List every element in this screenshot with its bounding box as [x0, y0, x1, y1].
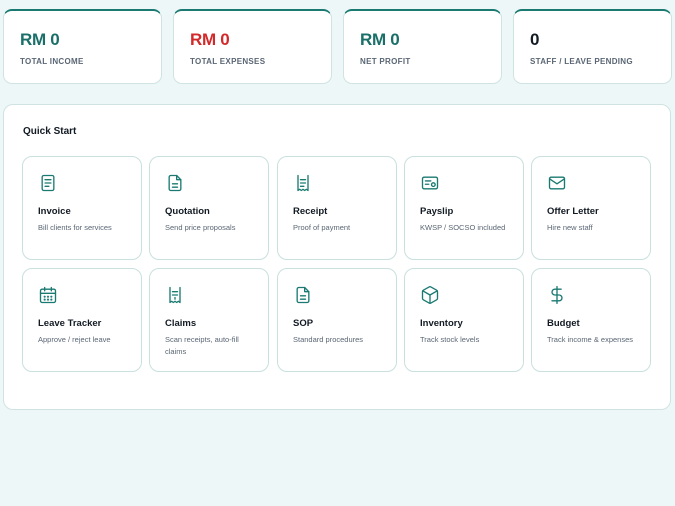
stat-value: 0 — [530, 30, 540, 49]
tile-title: Offer Letter — [547, 206, 599, 217]
mail-icon — [547, 173, 567, 193]
quick-start-budget[interactable]: Budget Track income & expenses — [531, 268, 651, 372]
quotation-icon — [165, 173, 185, 193]
stat-label: TOTAL EXPENSES — [190, 57, 266, 66]
tile-title: SOP — [293, 318, 314, 329]
quick-start-receipt[interactable]: Receipt Proof of payment — [277, 156, 397, 260]
tile-title: Invoice — [38, 206, 71, 217]
stat-label: NET PROFIT — [360, 57, 411, 66]
quick-start-invoice[interactable]: Invoice Bill clients for services — [22, 156, 142, 260]
tile-title: Leave Tracker — [38, 318, 102, 329]
tile-description: Proof of payment — [293, 223, 351, 232]
tile-description: Bill clients for services — [38, 223, 112, 232]
tile-title: Claims — [165, 318, 197, 329]
document-icon — [293, 285, 313, 305]
dollar-icon — [547, 285, 567, 305]
quick-start-sop[interactable]: SOP Standard procedures — [277, 268, 397, 372]
quick-start-claims[interactable]: Claims Scan receipts, auto-fill claims — [149, 268, 269, 372]
quick-start-panel: Quick Start Invoice Bill clients for ser… — [3, 104, 671, 410]
tile-description: Track income & expenses — [547, 335, 634, 344]
stat-card-total-expenses: RM 0 TOTAL EXPENSES — [173, 9, 332, 84]
stat-card-total-income: RM 0 TOTAL INCOME — [3, 9, 162, 84]
calendar-icon — [38, 285, 58, 305]
payslip-icon — [420, 173, 440, 193]
stat-label: STAFF / LEAVE PENDING — [530, 57, 633, 66]
stat-value: RM 0 — [190, 30, 230, 49]
tile-description: Scan receipts, auto-fill claims — [165, 335, 239, 356]
quick-start-payslip[interactable]: Payslip KWSP / SOCSO included — [404, 156, 524, 260]
tile-title: Payslip — [420, 206, 454, 217]
stat-card-net-profit: RM 0 NET PROFIT — [343, 9, 502, 84]
receipt-icon — [293, 173, 313, 193]
quick-start-offer-letter[interactable]: Offer Letter Hire new staff — [531, 156, 651, 260]
quick-start-quotation[interactable]: Quotation Send price proposals — [149, 156, 269, 260]
stat-value: RM 0 — [360, 30, 400, 49]
tile-description: Hire new staff — [547, 223, 593, 232]
claims-icon — [165, 285, 185, 305]
quick-start-inventory[interactable]: Inventory Track stock levels — [404, 268, 524, 372]
quick-start-title: Quick Start — [23, 126, 77, 137]
tile-title: Budget — [547, 318, 580, 329]
tile-description: Track stock levels — [420, 335, 480, 344]
tile-title: Inventory — [420, 318, 463, 329]
stat-value: RM 0 — [20, 30, 60, 49]
stat-label: TOTAL INCOME — [20, 57, 84, 66]
tile-description: KWSP / SOCSO included — [420, 223, 506, 232]
tile-description: Standard procedures — [293, 335, 364, 344]
box-icon — [420, 285, 440, 305]
tile-title: Receipt — [293, 206, 328, 217]
quick-start-leave-tracker[interactable]: Leave Tracker Approve / reject leave — [22, 268, 142, 372]
tile-description: Approve / reject leave — [38, 335, 111, 344]
invoice-icon — [38, 173, 58, 193]
tile-title: Quotation — [165, 206, 210, 217]
stats-row: RM 0 TOTAL INCOME RM 0 TOTAL EXPENSES RM… — [3, 9, 672, 84]
stat-card-staff-leave-pending: 0 STAFF / LEAVE PENDING — [513, 9, 672, 84]
tile-description: Send price proposals — [165, 223, 236, 232]
